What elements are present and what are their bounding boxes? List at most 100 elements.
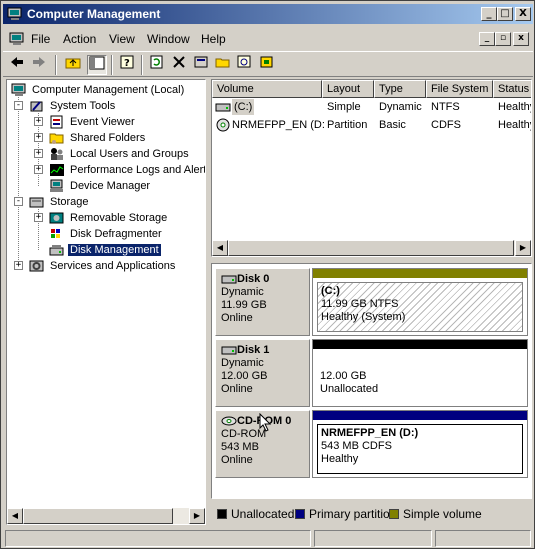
tree-item-performance-logs-and-alerts[interactable]: Performance Logs and Alerts <box>49 162 205 178</box>
tree-item-storage[interactable]: Storage <box>29 194 91 210</box>
tree-item-computer-management[interactable]: Computer Management (Local) <box>11 82 186 98</box>
column-header-layout[interactable]: Layout <box>322 80 374 98</box>
tree-horizontal-scrollbar[interactable]: ◀ ▶ <box>7 508 205 524</box>
unallocated-body: 12.00 GB Unallocated <box>317 368 523 403</box>
scroll-left-arrow-icon[interactable]: ◀ <box>212 240 228 256</box>
status-panel <box>5 530 311 547</box>
unallocated-band <box>313 340 527 349</box>
partition-d[interactable]: NRMEFPP_EN (D:) 543 MB CDFS Healthy <box>312 410 528 478</box>
close-button[interactable]: X <box>515 7 531 21</box>
tree-line <box>18 97 19 266</box>
scroll-right-arrow-icon[interactable]: ▶ <box>515 240 531 256</box>
disk-1-info[interactable]: Disk 1 Dynamic 12.00 GB Online <box>215 339 310 407</box>
tree-item-disk-management[interactable]: Disk Management <box>49 242 161 258</box>
expand-toggle-removable-storage[interactable]: + <box>34 213 43 222</box>
collapse-toggle-storage[interactable]: - <box>14 197 23 206</box>
cell-volume: NRMEFPP_EN (D:) <box>232 119 324 131</box>
status-panel <box>314 530 432 547</box>
legend-swatch <box>389 509 399 519</box>
partition-status: Unallocated <box>320 383 379 395</box>
status-panel <box>435 530 531 547</box>
cd-rom-icon <box>221 416 237 426</box>
column-header-file-system[interactable]: File System <box>426 80 493 98</box>
menu-window[interactable]: Window <box>147 32 190 46</box>
child-restore-button[interactable]: ▫ <box>495 32 511 46</box>
show-hide-tree-icon[interactable] <box>87 55 107 75</box>
tree-item-removable-storage[interactable]: Removable Storage <box>49 210 169 226</box>
expand-toggle-services[interactable]: + <box>14 261 23 270</box>
disk-type: Dynamic <box>221 286 264 298</box>
open-icon[interactable] <box>213 55 233 75</box>
cell-status: Healthy <box>498 101 531 113</box>
column-header-volume[interactable]: Volume <box>212 80 322 98</box>
disk-0-info[interactable]: Disk 0 Dynamic 11.99 GB Online <box>215 268 310 336</box>
users-icon <box>51 148 63 161</box>
menu-bar: File Action View Window Help _ ▫ x <box>3 28 533 50</box>
computer-management-window: Computer Management _ □ X File Action Vi… <box>0 0 535 549</box>
status-bar <box>3 528 533 547</box>
column-header-status[interactable]: Status <box>493 80 531 98</box>
cell-type: Basic <box>379 119 406 131</box>
partition-status: Healthy <box>321 453 359 465</box>
properties-icon[interactable] <box>191 55 211 75</box>
find-icon[interactable] <box>235 55 255 75</box>
legend-swatch <box>217 509 227 519</box>
column-header-type[interactable]: Type <box>374 80 426 98</box>
table-row[interactable]: NRMEFPP_EN (D:) Partition Basic CDFS Hea… <box>212 117 531 133</box>
back-arrow-icon[interactable] <box>7 55 27 75</box>
minimize-button[interactable]: _ <box>481 7 497 21</box>
cell-status: Healthy <box>498 119 531 131</box>
tree-item-shared-folders[interactable]: Shared Folders <box>49 130 147 146</box>
legend-primary-partition: Primary partition <box>295 507 396 521</box>
scroll-right-arrow-icon[interactable]: ▶ <box>189 508 205 524</box>
scroll-thumb[interactable] <box>228 240 514 256</box>
partition-c[interactable]: (C:) 11.99 GB NTFS Healthy (System) <box>312 268 528 336</box>
tree-item-device-manager[interactable]: Device Manager <box>49 178 152 194</box>
collapse-toggle-system-tools[interactable]: - <box>14 101 23 110</box>
expand-toggle-event-viewer[interactable]: + <box>34 117 43 126</box>
legend-unallocated: Unallocated <box>217 507 294 521</box>
help-icon[interactable]: ? <box>117 55 137 75</box>
scroll-left-arrow-icon[interactable]: ◀ <box>7 508 23 524</box>
computer-management-icon <box>7 7 22 20</box>
scroll-thumb[interactable] <box>23 508 173 524</box>
system-menu-icon[interactable] <box>9 32 25 46</box>
unallocated-space[interactable]: 12.00 GB Unallocated <box>312 339 528 407</box>
menu-view[interactable]: View <box>109 32 135 46</box>
list-horizontal-scrollbar[interactable]: ◀ ▶ <box>212 240 531 256</box>
console-tree[interactable]: Computer Management (Local) - System Too… <box>6 79 206 525</box>
disk-graphical-view[interactable]: Disk 0 Dynamic 11.99 GB Online (C:) 11.9… <box>211 263 532 499</box>
disk-size: 12.00 GB <box>221 370 268 382</box>
wizard-icon[interactable] <box>257 55 277 75</box>
computer-icon <box>11 83 26 97</box>
volume-list[interactable]: Volume Layout Type File System Status (C… <box>211 79 532 257</box>
expand-toggle-shared-folders[interactable]: + <box>34 133 43 142</box>
removable-storage-icon <box>49 212 64 224</box>
tree-item-system-tools[interactable]: System Tools <box>29 98 117 114</box>
up-folder-icon[interactable] <box>63 55 83 75</box>
cd-rom-icon <box>216 118 230 132</box>
shared-folder-icon <box>49 133 64 145</box>
title-bar[interactable]: Computer Management _ □ X <box>3 4 533 24</box>
tree-item-disk-defragmenter[interactable]: Disk Defragmenter <box>49 226 164 242</box>
tree-item-event-viewer[interactable]: Event Viewer <box>49 114 137 130</box>
table-row[interactable]: (C:) Simple Dynamic NTFS Healthy <box>212 99 531 115</box>
tree-item-services-and-applications[interactable]: Services and Applications <box>29 258 177 274</box>
expand-toggle-local-users[interactable]: + <box>34 149 43 158</box>
menu-file[interactable]: File <box>31 32 50 46</box>
menu-help[interactable]: Help <box>201 32 226 46</box>
toolbar: ? <box>3 51 533 77</box>
disk-management-icon <box>49 245 64 256</box>
refresh-icon[interactable] <box>147 55 167 75</box>
delete-icon[interactable] <box>169 55 189 75</box>
cell-volume: (C:) <box>232 99 255 115</box>
expand-toggle-performance-logs[interactable]: + <box>34 165 43 174</box>
child-minimize-button[interactable]: _ <box>479 32 495 46</box>
partition-title: (C:) <box>321 285 340 297</box>
tree-item-local-users-and-groups[interactable]: Local Users and Groups <box>49 146 191 162</box>
legend: Unallocated Primary partition Simple vol… <box>211 503 532 523</box>
menu-action[interactable]: Action <box>63 32 96 46</box>
maximize-button[interactable]: □ <box>497 7 513 21</box>
child-close-button[interactable]: x <box>513 32 529 46</box>
forward-arrow-icon[interactable] <box>29 55 49 75</box>
